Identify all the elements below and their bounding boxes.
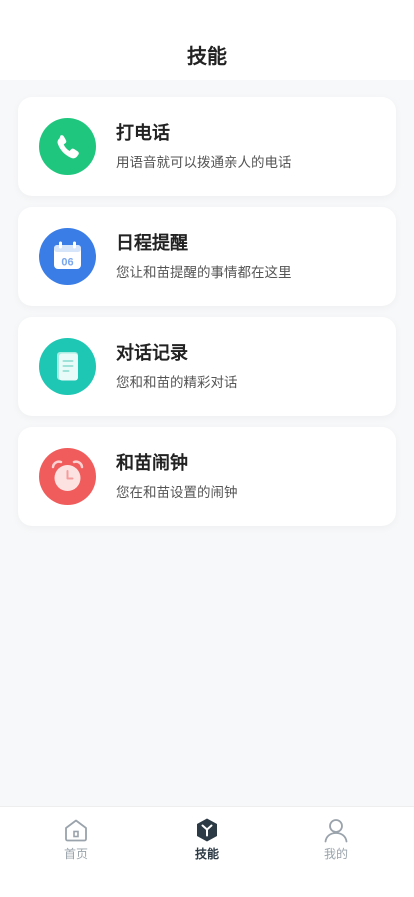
skill-title: 打电话 (116, 123, 170, 144)
skill-card-schedule-reminder[interactable]: 06 日程提醒 您让和苗提醒的事情都在这里 (18, 207, 396, 306)
tab-mine[interactable]: 我的 (286, 817, 386, 867)
tab-label: 技能 (194, 847, 219, 861)
alarm-clock-icon (39, 448, 96, 505)
skill-description: 您让和苗提醒的事情都在这里 (116, 265, 292, 281)
skill-description: 用语音就可以拨通亲人的电话 (116, 155, 292, 171)
header-bar: 技能 (0, 0, 414, 80)
bottom-tab-bar: 首页 技能 我的 (0, 806, 414, 897)
calendar-day-number: 06 (61, 257, 73, 269)
skill-list: 打电话 用语音就可以拨通亲人的电话 06 日程提醒 您让和苗提醒的事情都在这里 (18, 97, 396, 537)
skill-card-chat-history[interactable]: 对话记录 您和和苗的精彩对话 (18, 317, 396, 416)
notes-icon (39, 338, 96, 395)
skill-title: 日程提醒 (116, 233, 188, 254)
skill-title: 和苗闹钟 (116, 453, 188, 474)
tab-label: 首页 (63, 847, 88, 861)
phone-icon (39, 118, 96, 175)
calendar-icon: 06 (39, 228, 96, 285)
skill-card-alarm-clock[interactable]: 和苗闹钟 您在和苗设置的闹钟 (18, 427, 396, 526)
tab-skills[interactable]: 技能 (157, 817, 257, 867)
skill-description: 您在和苗设置的闹钟 (116, 485, 238, 501)
cube-icon (194, 817, 220, 843)
skill-title: 对话记录 (116, 343, 188, 364)
user-icon (323, 817, 349, 843)
tab-home[interactable]: 首页 (26, 817, 126, 867)
home-icon (63, 817, 89, 843)
tab-label: 我的 (323, 847, 348, 861)
skill-card-phone-call[interactable]: 打电话 用语音就可以拨通亲人的电话 (18, 97, 396, 196)
page-title: 技能 (187, 44, 227, 68)
skill-description: 您和和苗的精彩对话 (116, 375, 238, 391)
